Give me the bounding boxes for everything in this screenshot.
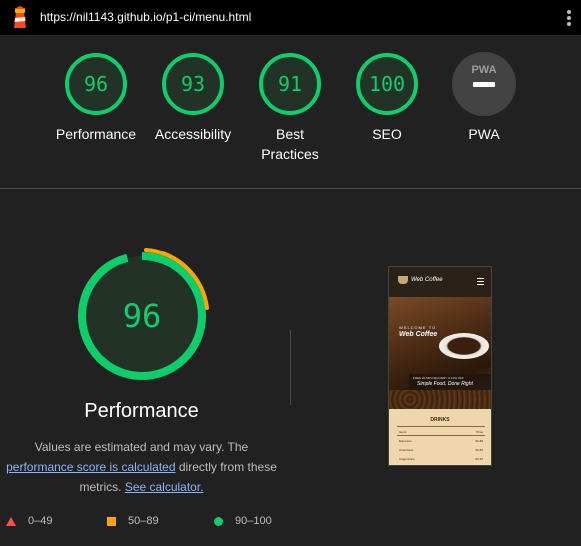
score-calculated-link[interactable]: performance score is calculated	[6, 460, 175, 474]
performance-score-gauge: 96	[78, 248, 209, 380]
address-bar: https://nil1143.github.io/p1-ci/menu.htm…	[0, 0, 581, 35]
thumb-col: Price	[476, 430, 483, 434]
performance-gauge-ring: 96	[65, 53, 127, 115]
vertical-divider	[290, 330, 291, 405]
gauge-accessibility[interactable]: 93 Accessibility	[138, 52, 248, 144]
gauge-seo[interactable]: 100 SEO	[332, 52, 442, 144]
legend-label: 90–100	[235, 515, 272, 527]
gauge-best-practices[interactable]: 91 Best Practices	[235, 52, 345, 164]
hamburger-icon	[477, 278, 484, 287]
performance-description: Values are estimated and may vary. The p…	[0, 437, 283, 497]
thumb-band-big: Simple Food, Done Right	[417, 381, 473, 387]
page-url[interactable]: https://nil1143.github.io/p1-ci/menu.htm…	[40, 10, 251, 24]
thumb-welcome: WELCOME TO	[399, 325, 437, 330]
gauge-score: 96	[84, 72, 108, 96]
description-text: Values are estimated and may vary. The	[34, 440, 249, 454]
coffee-mug-image	[439, 333, 489, 359]
thumb-hero: WELCOME TO Web Coffee FREE 20-MIN DELIVE…	[389, 297, 491, 409]
thumb-band-small: FREE 20-MIN DELIVERY & 10% OFF	[413, 376, 464, 380]
section-divider	[0, 188, 581, 189]
thumb-section-title: DRINKS	[430, 417, 450, 423]
coffee-cup-icon	[398, 276, 408, 284]
gauge-label: SEO	[372, 126, 402, 142]
score-gauges: 96 Performance 93 Accessibility 91 Best …	[0, 35, 581, 188]
thumb-header: Web Coffee	[389, 267, 491, 297]
thumb-table-header: Items Price	[399, 430, 483, 434]
thumb-price: €3.40	[475, 457, 483, 461]
best-practices-gauge-ring: 91	[259, 53, 321, 115]
gauge-label: Best Practices	[261, 126, 319, 162]
pwa-badge-icon: PWA	[452, 52, 516, 116]
see-calculator-link[interactable]: See calculator.	[125, 480, 204, 494]
thumb-table-row: Espresso €2.80	[399, 439, 483, 443]
legend-label: 50–89	[128, 515, 159, 527]
triangle-fail-icon	[6, 516, 16, 526]
kebab-menu-icon[interactable]	[563, 10, 575, 26]
performance-title: Performance	[84, 400, 199, 422]
gauge-score: 91	[278, 72, 302, 96]
circle-pass-icon	[214, 516, 223, 526]
legend-average: 50–89	[107, 515, 159, 527]
gauge-score: 100	[369, 72, 405, 96]
pwa-badge-text: PWA	[471, 64, 496, 76]
thumb-price: €2.80	[475, 439, 483, 443]
gauge-label: PWA	[468, 126, 500, 142]
gauge-performance[interactable]: 96 Performance	[41, 52, 151, 144]
thumb-brand: Web Coffee	[411, 277, 443, 283]
accessibility-gauge-ring: 93	[162, 53, 224, 115]
gauge-score: 93	[181, 72, 205, 96]
square-average-icon	[107, 516, 116, 526]
lighthouse-icon	[14, 6, 26, 28]
gauge-label: Accessibility	[154, 126, 232, 142]
thumb-band: FREE 20-MIN DELIVERY & 10% OFF Simple Fo…	[409, 374, 491, 390]
legend-fail: 0–49	[6, 515, 52, 527]
gauge-label: Performance	[55, 126, 137, 142]
thumb-rule	[397, 435, 485, 436]
thumb-table-row: Cappuccino €3.40	[399, 457, 483, 461]
legend-pass: 90–100	[214, 515, 272, 527]
coffee-beans-image	[389, 390, 491, 409]
thumb-table-row: Americano €2.80	[399, 448, 483, 452]
performance-score-value: 96	[123, 297, 162, 335]
thumb-menu: DRINKS Items Price Espresso €2.80 Americ…	[389, 409, 491, 465]
thumb-price: €2.80	[475, 448, 483, 452]
legend-label: 0–49	[28, 515, 53, 527]
thumb-item: Cappuccino	[399, 457, 415, 461]
thumb-item: Americano	[399, 448, 414, 452]
seo-gauge-ring: 100	[356, 53, 418, 115]
thumb-rule	[397, 426, 485, 427]
gauge-pwa[interactable]: PWA PWA	[429, 52, 539, 144]
thumb-hero-title: Web Coffee	[399, 331, 438, 338]
page-screenshot-thumbnail[interactable]: Web Coffee WELCOME TO Web Coffee FREE 20…	[388, 266, 492, 466]
thumb-item: Espresso	[399, 439, 412, 443]
thumb-col: Items	[399, 430, 407, 434]
